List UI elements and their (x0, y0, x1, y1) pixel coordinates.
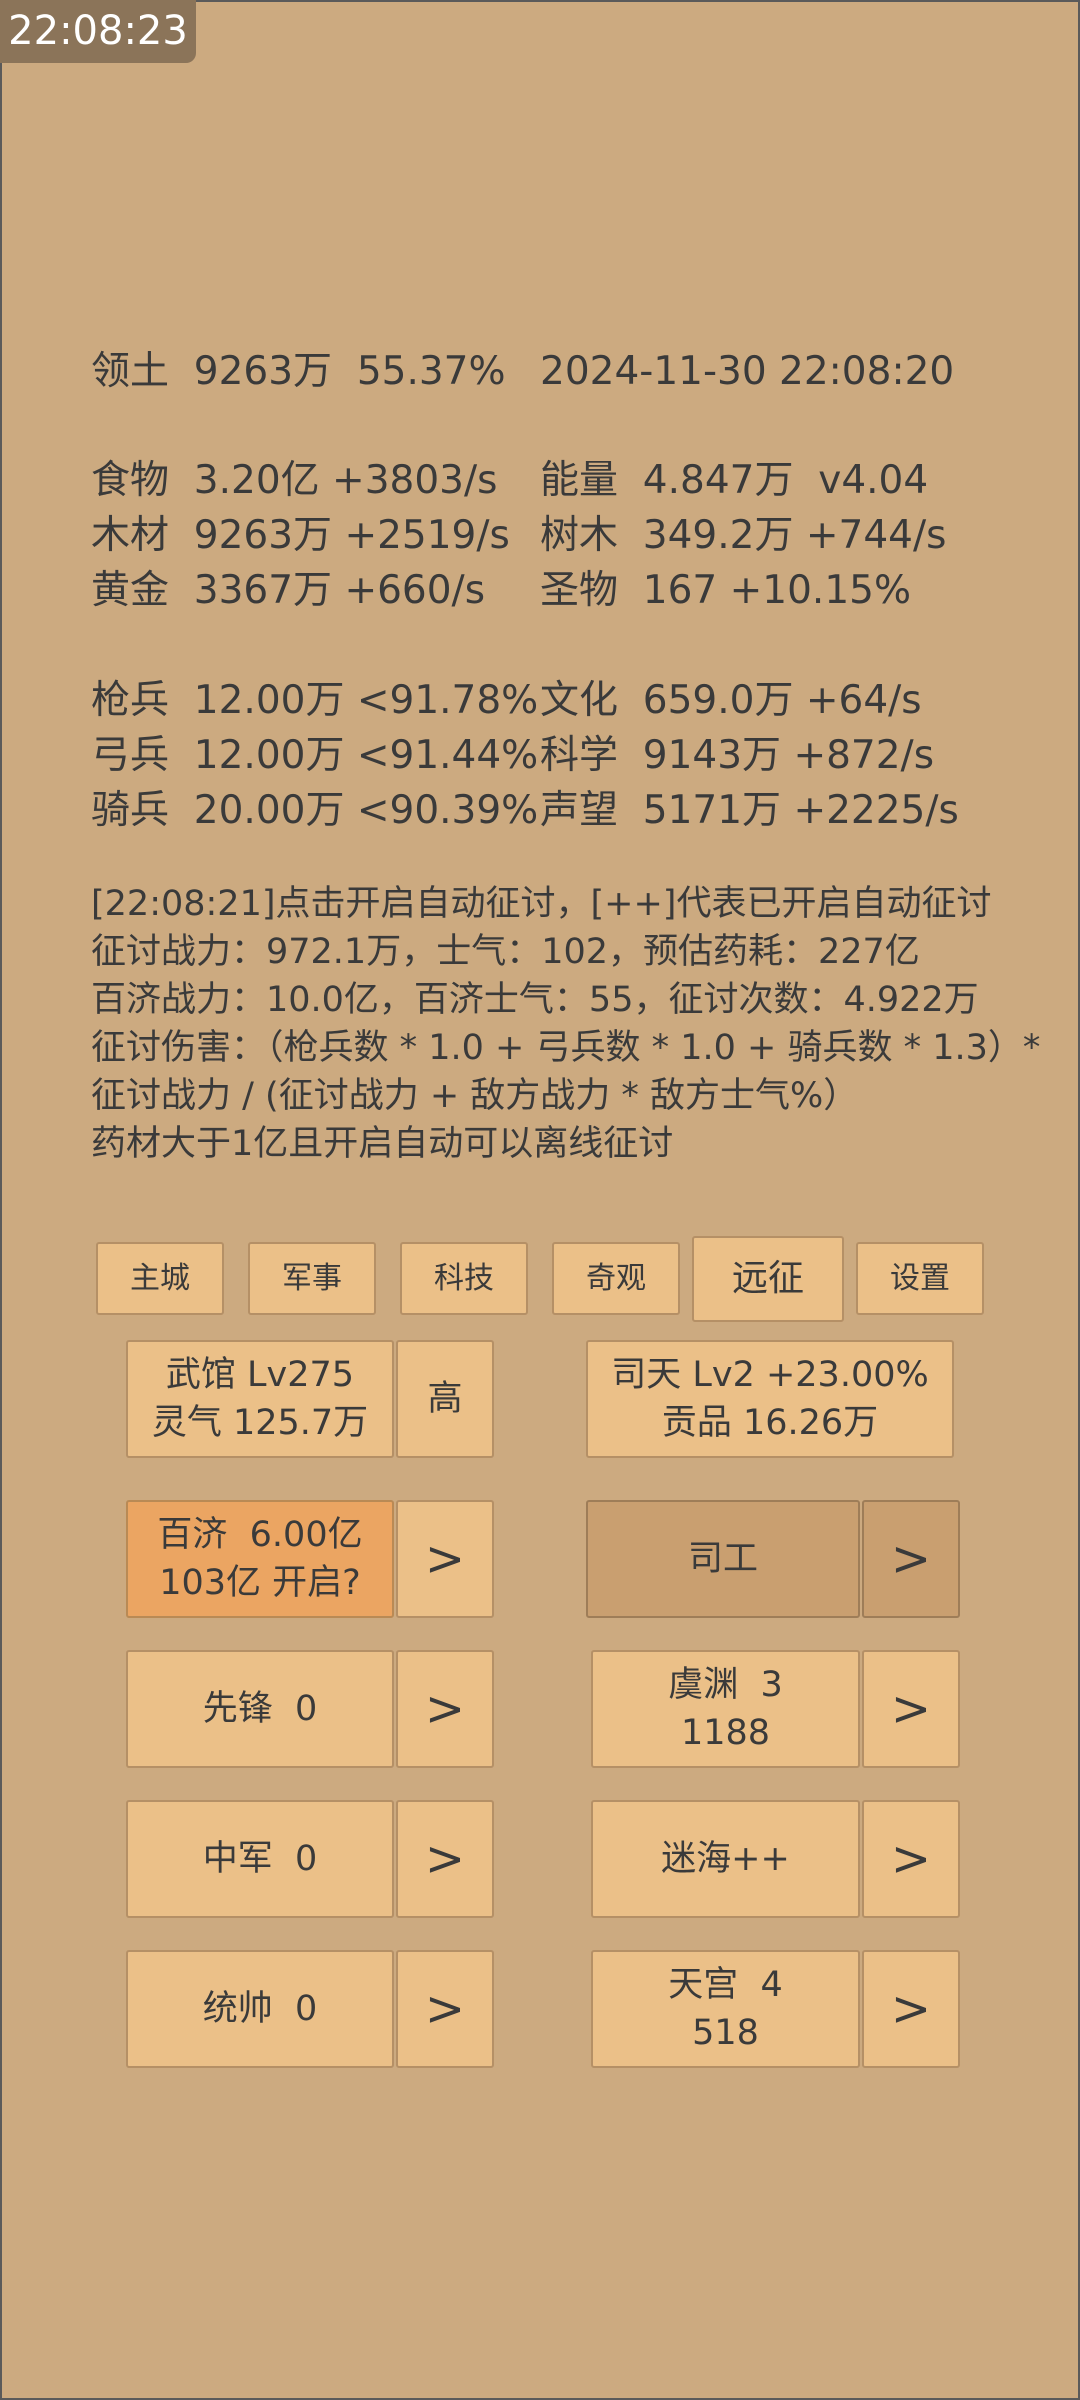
sitian-tribute: 贡品 16.26万 (661, 1403, 879, 1443)
stat-wood: 木材 9263万 +2519/s (91, 513, 510, 558)
stat-relics: 圣物 167 +10.15% (540, 568, 912, 613)
central-army-arrow-button[interactable]: > (396, 1800, 494, 1918)
log-line: 征讨战力：972.1万，士气：102，预估药耗：227亿 (91, 932, 920, 972)
stat-science: 科学 9143万 +872/s (540, 733, 935, 778)
sitian-button[interactable]: 司天 Lv2 +23.00% 贡品 16.26万 (586, 1340, 954, 1458)
tab-technology[interactable]: 科技 (400, 1242, 528, 1315)
stat-culture: 文化 659.0万 +64/s (540, 678, 922, 723)
log-line: 征讨战力 / (征讨战力 + 敌方战力 * 敌方士气%） (91, 1076, 859, 1116)
tiangong-label: 天宫 4 (668, 1965, 783, 2005)
baiji-arrow-button[interactable]: > (396, 1500, 494, 1618)
log-line: 征讨伤害：（枪兵数 * 1.0 + 弓兵数 * 1.0 + 骑兵数 * 1.3）… (91, 1028, 1041, 1068)
commander-label: 统帅 0 (202, 1989, 318, 2029)
chevron-right-icon: > (890, 1981, 932, 2037)
vanguard-button[interactable]: 先锋 0 (126, 1650, 394, 1768)
chevron-right-icon: > (424, 1981, 466, 2037)
status-clock: 22:08:23 (0, 0, 196, 63)
wuguan-button[interactable]: 武馆 Lv275 灵气 125.7万 (126, 1340, 394, 1458)
tab-military[interactable]: 军事 (248, 1242, 376, 1315)
stat-food: 食物 3.20亿 +3803/s (91, 458, 498, 503)
log-line: 百济战力：10.0亿，百济士气：55，征讨次数：4.922万 (91, 980, 979, 1020)
chevron-right-icon: > (424, 1681, 466, 1737)
stat-trees: 树木 349.2万 +744/s (540, 513, 947, 558)
stat-gold: 黄金 3367万 +660/s (91, 568, 486, 613)
central-army-button[interactable]: 中军 0 (126, 1800, 394, 1918)
wuguan-lingqi: 灵气 125.7万 (151, 1403, 369, 1443)
yuyuan-button[interactable]: 虞渊 3 1188 (591, 1650, 860, 1768)
log-line: 药材大于1亿且开启自动可以离线征讨 (91, 1124, 674, 1164)
baiji-power: 百济 6.00亿 (157, 1515, 363, 1555)
tiangong-arrow-button[interactable]: > (862, 1950, 960, 2068)
stat-cavalry: 骑兵 20.00万 <90.39% (91, 788, 539, 833)
chevron-right-icon: > (424, 1531, 466, 1587)
chevron-right-icon: > (424, 1831, 466, 1887)
yuyuan-value: 1188 (680, 1713, 771, 1753)
mihai-label: 迷海++ (661, 1839, 790, 1879)
stat-energy: 能量 4.847万 v4.04 (540, 458, 929, 503)
commander-button[interactable]: 统帅 0 (126, 1950, 394, 2068)
wuguan-high-button[interactable]: 高 (396, 1340, 494, 1458)
sigong-label: 司工 (687, 1539, 758, 1579)
tab-settings[interactable]: 设置 (856, 1242, 984, 1315)
wuguan-level: 武馆 Lv275 (165, 1355, 355, 1395)
sigong-button[interactable]: 司工 (586, 1500, 860, 1618)
baiji-cost: 103亿 开启? (159, 1563, 361, 1603)
chevron-right-icon: > (890, 1531, 932, 1587)
vanguard-label: 先锋 0 (202, 1689, 318, 1729)
tab-expedition[interactable]: 远征 (692, 1236, 844, 1322)
central-army-label: 中军 0 (202, 1839, 318, 1879)
commander-arrow-button[interactable]: > (396, 1950, 494, 2068)
sigong-arrow-button[interactable]: > (862, 1500, 960, 1618)
wuguan-high-label: 高 (427, 1379, 463, 1419)
territory-stat: 领土 9263万 55.37% (91, 349, 506, 394)
tiangong-value: 518 (692, 2013, 759, 2053)
mihai-button[interactable]: 迷海++ (591, 1800, 860, 1918)
tab-main-city[interactable]: 主城 (96, 1242, 224, 1315)
baiji-button[interactable]: 百济 6.00亿 103亿 开启? (126, 1500, 394, 1618)
yuyuan-arrow-button[interactable]: > (862, 1650, 960, 1768)
yuyuan-label: 虞渊 3 (668, 1665, 783, 1705)
tiangong-button[interactable]: 天宫 4 518 (591, 1950, 860, 2068)
expedition-log: [22:08:21]点击开启自动征讨，[++]代表已开启自动征讨 征讨战力：97… (91, 880, 1051, 1168)
vanguard-arrow-button[interactable]: > (396, 1650, 494, 1768)
stat-prestige: 声望 5171万 +2225/s (540, 788, 959, 833)
sitian-level: 司天 Lv2 +23.00% (611, 1355, 929, 1395)
mihai-arrow-button[interactable]: > (862, 1800, 960, 1918)
log-line: [22:08:21]点击开启自动征讨，[++]代表已开启自动征讨 (91, 884, 992, 924)
stat-archers: 弓兵 12.00万 <91.44% (91, 733, 539, 778)
datetime: 2024-11-30 22:08:20 (540, 349, 955, 394)
stat-spearmen: 枪兵 12.00万 <91.78% (91, 678, 539, 723)
tab-wonders[interactable]: 奇观 (552, 1242, 680, 1315)
chevron-right-icon: > (890, 1681, 932, 1737)
chevron-right-icon: > (890, 1831, 932, 1887)
